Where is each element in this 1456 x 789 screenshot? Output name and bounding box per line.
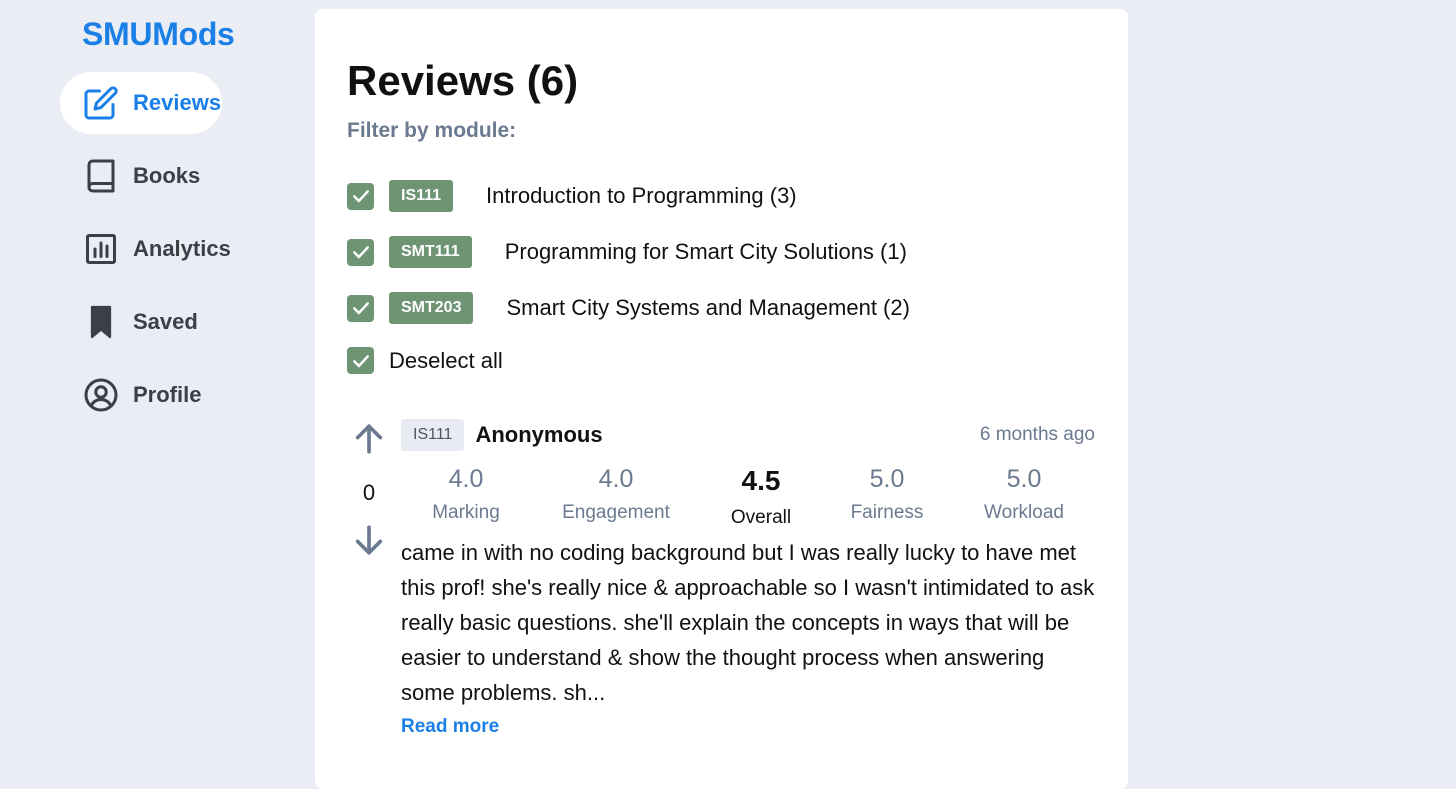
review-module-chip: IS111 (401, 419, 465, 451)
sidebar-nav: Reviews Books Analytics Saved Profile (60, 72, 250, 437)
bookmark-icon (82, 303, 120, 341)
sidebar-item-label: Analytics (133, 236, 231, 261)
rating-value: 4.0 (598, 465, 634, 493)
filter-row-smt203[interactable]: SMT203 Smart City Systems and Management… (347, 292, 910, 324)
review-text: came in with no coding background but I … (401, 540, 1095, 705)
page-title: Reviews (6) (347, 57, 579, 104)
check-icon (352, 190, 369, 203)
arrow-up-icon (355, 424, 383, 454)
module-tag: IS111 (389, 180, 454, 212)
deselect-all-checkbox[interactable] (347, 347, 374, 374)
filter-row-smt111[interactable]: SMT111 Programming for Smart City Soluti… (347, 236, 907, 268)
review-author: Anonymous (475, 422, 603, 447)
upvote-button[interactable] (351, 421, 387, 462)
user-circle-icon (82, 376, 120, 414)
arrow-down-icon (355, 525, 383, 555)
filter-label: Filter by module: (347, 119, 517, 142)
sidebar-item-analytics[interactable]: Analytics (60, 218, 250, 280)
module-name: Programming for Smart City Solutions (1) (504, 239, 907, 264)
sidebar-item-saved[interactable]: Saved (60, 291, 250, 353)
downvote-button[interactable] (351, 522, 387, 563)
app-brand[interactable]: SMUMods (82, 16, 235, 53)
review-timestamp: 6 months ago (979, 424, 1095, 445)
filter-checkbox[interactable] (347, 238, 374, 266)
sidebar-item-label: Reviews (133, 90, 222, 115)
edit-icon (82, 84, 120, 122)
module-tag: SMT203 (389, 292, 474, 324)
reviews-panel: Reviews (6) Filter by module: IS111 Intr… (315, 9, 1128, 789)
rating-workload: 5.0 Workload (953, 465, 1095, 529)
filter-row-is111[interactable]: IS111 Introduction to Programming (3) (347, 180, 797, 212)
rating-value: 4.5 (741, 465, 781, 496)
module-tag: SMT111 (389, 236, 472, 268)
rating-label: Fairness (850, 502, 924, 523)
rating-label: Overall (730, 507, 792, 528)
book-icon (82, 157, 120, 195)
sidebar-item-label: Books (133, 163, 201, 188)
rating-engagement: 4.0 Engagement (531, 465, 701, 529)
vote-control: 0 (351, 421, 387, 563)
check-icon (352, 354, 369, 367)
bar-chart-icon (82, 230, 120, 268)
check-icon (352, 302, 369, 315)
filter-checkbox[interactable] (347, 182, 374, 210)
check-icon (352, 246, 369, 259)
filter-checkbox[interactable] (347, 294, 374, 322)
rating-value: 5.0 (869, 465, 905, 493)
rating-fairness: 5.0 Fairness (821, 465, 953, 529)
deselect-all-row[interactable]: Deselect all (347, 347, 503, 374)
rating-marking: 4.0 Marking (401, 465, 531, 529)
sidebar-item-label: Saved (133, 309, 198, 334)
rating-label: Marking (432, 502, 500, 523)
module-name: Smart City Systems and Management (2) (506, 295, 910, 320)
review-card: IS111 Anonymous 6 months ago 4.0 Marking… (401, 419, 1095, 738)
sidebar-item-profile[interactable]: Profile (60, 364, 250, 426)
deselect-all-label: Deselect all (389, 347, 503, 373)
sidebar-item-label: Profile (133, 382, 202, 407)
rating-label: Workload (984, 502, 1064, 523)
rating-value: 5.0 (1006, 465, 1042, 493)
module-name: Introduction to Programming (3) (486, 183, 797, 208)
rating-value: 4.0 (448, 465, 484, 493)
read-more-link[interactable]: Read more (401, 716, 499, 738)
rating-overall: 4.5 Overall (701, 465, 821, 529)
rating-label: Engagement (562, 502, 670, 523)
sidebar-item-books[interactable]: Books (60, 145, 250, 207)
rating-summary: 4.0 Marking 4.0 Engagement 4.5 Overall 5… (401, 465, 1095, 529)
review-header: IS111 Anonymous 6 months ago (401, 419, 1095, 451)
vote-count: 0 (362, 480, 376, 505)
sidebar-item-reviews[interactable]: Reviews (60, 72, 222, 134)
